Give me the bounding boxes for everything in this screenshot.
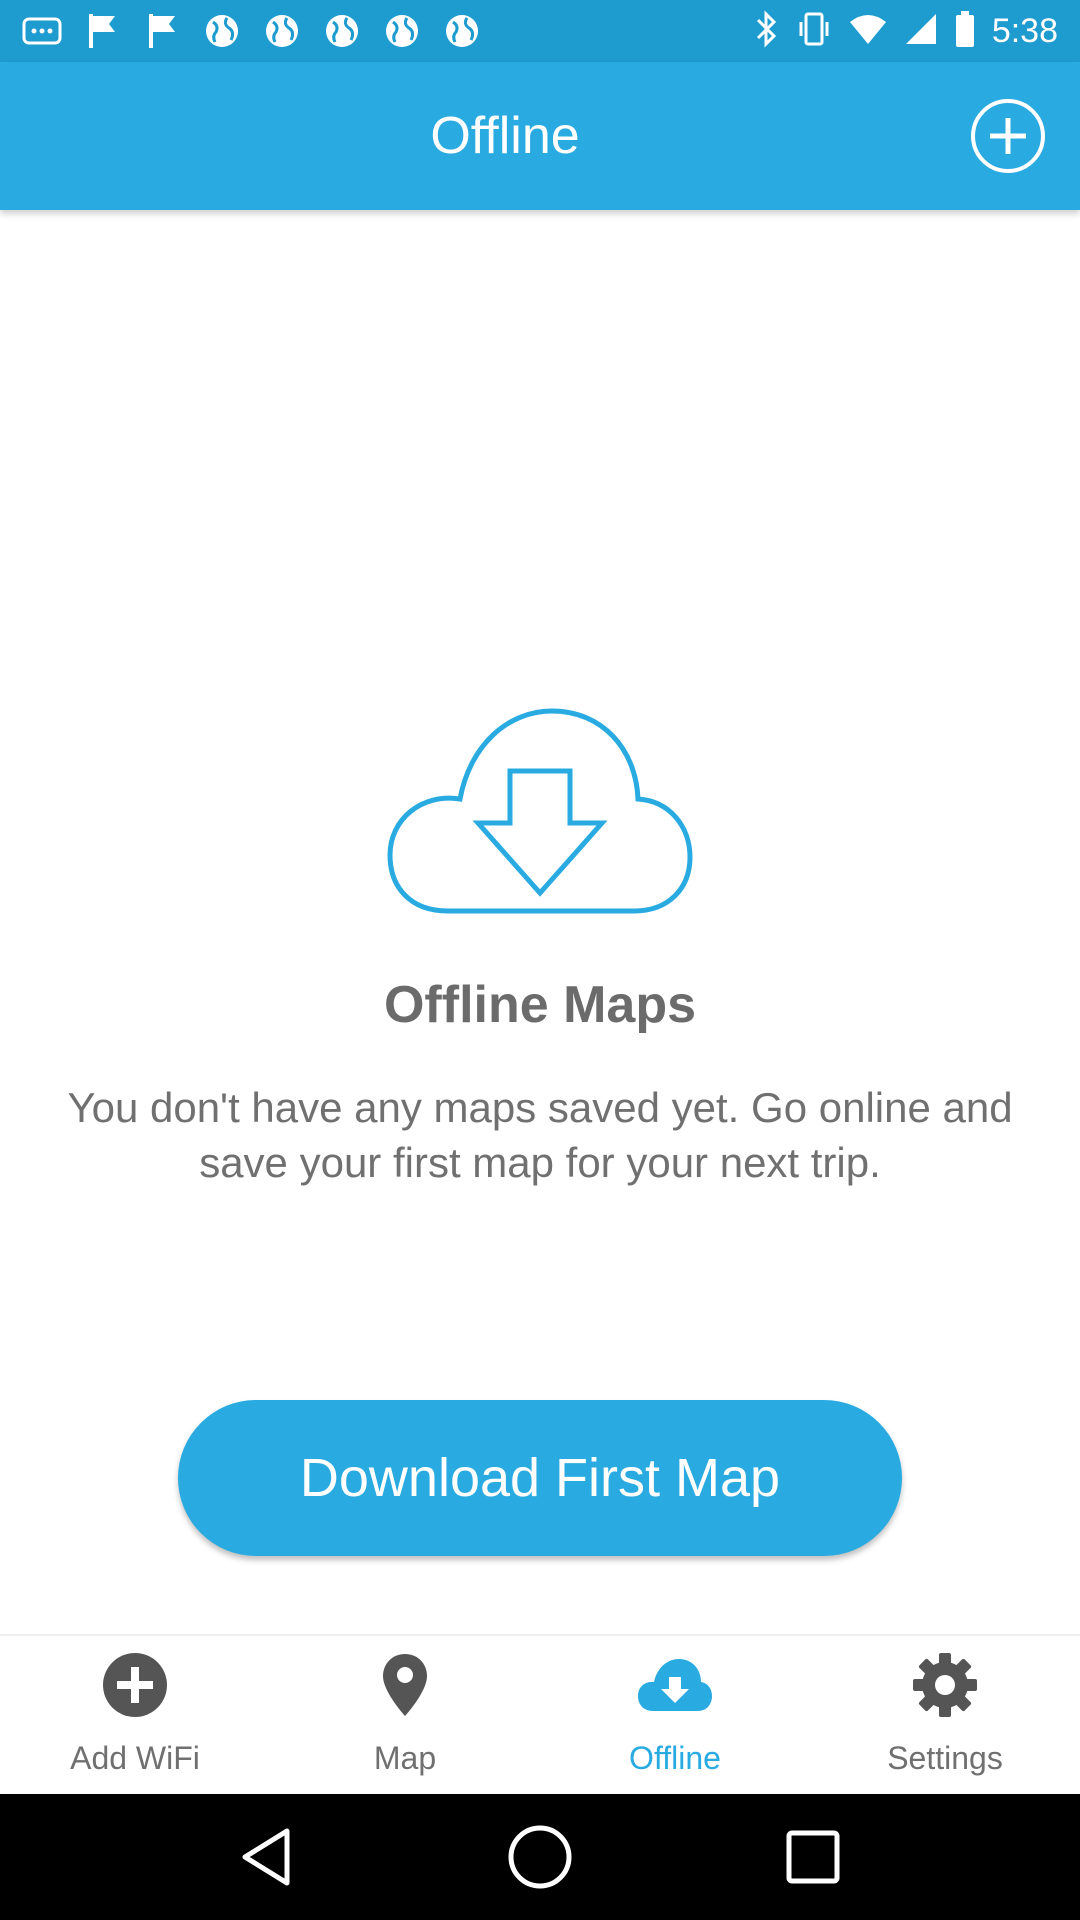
download-first-map-button[interactable]: Download First Map [178,1400,902,1556]
status-time: 5:38 [991,11,1058,50]
system-nav-bar [0,1794,1080,1920]
status-notifications [22,10,482,52]
status-bar: 5:38 [0,0,1080,62]
home-button[interactable] [500,1817,580,1897]
add-circle-icon [971,99,1045,173]
globe-icon [382,11,422,51]
bluetooth-icon [754,9,780,53]
nav-item-add-wifi[interactable]: Add WiFi [0,1636,270,1796]
cloud-download-icon [540,1652,810,1718]
empty-state-title: Offline Maps [383,976,697,1034]
nav-item-settings[interactable]: Settings [810,1636,1080,1796]
wifi-icon [848,12,888,51]
nav-label: Add WiFi [70,1740,200,1776]
globe-icon [262,11,302,51]
globe-icon [322,11,362,51]
battery-icon [954,10,976,53]
back-triangle-icon [242,1828,290,1886]
nav-item-map[interactable]: Map [270,1636,540,1796]
gear-icon [810,1652,1080,1718]
nav-label: Offline [629,1740,721,1776]
add-circle-icon [0,1652,270,1718]
signal-icon [904,12,938,51]
app-bar: Offline [0,62,1080,210]
status-system-icons: 5:38 [754,9,1058,53]
bottom-nav: Add WiFi Map Offline Settings [0,1634,1080,1794]
cloud-download-icon [386,705,694,915]
location-pin-icon [270,1652,540,1718]
flag-icon [82,11,122,51]
nav-label: Map [373,1740,437,1776]
globe-icon [442,11,482,51]
globe-icon [202,11,242,51]
back-button[interactable] [227,1817,307,1897]
nav-label: Settings [887,1740,1003,1776]
more-icon [22,11,62,51]
nav-item-offline[interactable]: Offline [540,1636,810,1796]
recents-button[interactable] [773,1817,853,1897]
page-title: Offline [430,107,580,165]
flag-icon [142,11,182,51]
empty-state-description: You don't have any maps saved yet. Go on… [67,1084,1013,1186]
home-circle-icon [508,1825,572,1889]
recents-square-icon [786,1830,840,1884]
add-map-button[interactable] [970,98,1046,174]
vibrate-icon [796,10,832,53]
